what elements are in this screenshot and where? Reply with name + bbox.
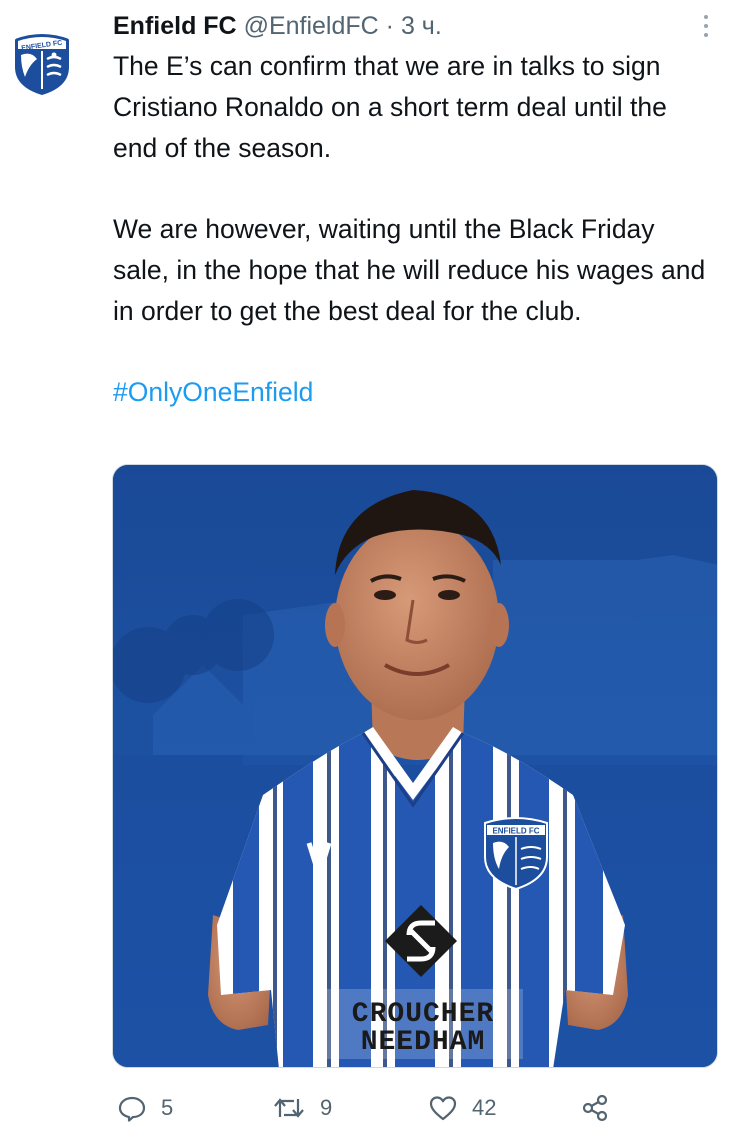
reply-count: 5 xyxy=(161,1095,174,1120)
tweet-media-image[interactable]: ENFIELD FC CROUCHER NEEDHAM xyxy=(112,464,718,1068)
retweet-count: 9 xyxy=(320,1095,333,1120)
tweet: ENFIELD FC Enfield FC @EnfieldFC · 3 ч. … xyxy=(0,0,730,1137)
shirt-crest-text: ENFIELD FC xyxy=(492,827,539,836)
share-button[interactable] xyxy=(580,1088,610,1128)
like-count: 42 xyxy=(472,1095,497,1120)
reply-button[interactable]: 5 xyxy=(117,1088,173,1128)
avatar[interactable]: ENFIELD FC xyxy=(7,27,77,97)
tweet-header: Enfield FC @EnfieldFC · 3 ч. xyxy=(113,9,442,43)
shirt-crest: ENFIELD FC xyxy=(484,817,548,891)
tweet-paragraph-1: The E’s can confirm that we are in talks… xyxy=(113,51,667,163)
retweet-icon xyxy=(272,1093,306,1123)
heart-icon xyxy=(428,1093,458,1123)
more-dots-icon[interactable] xyxy=(692,10,720,42)
speech-bubble-icon xyxy=(117,1093,147,1123)
author-name[interactable]: Enfield FC xyxy=(113,12,237,40)
tweet-actions: 5 9 42 xyxy=(112,1088,632,1128)
tweet-paragraph-2: We are however, waiting until the Black … xyxy=(113,214,706,326)
tweet-timestamp[interactable]: 3 ч. xyxy=(401,12,442,40)
sponsor-text-line1: CROUCHER xyxy=(352,999,494,1030)
author-handle[interactable]: @EnfieldFC xyxy=(244,12,379,40)
hashtag-link[interactable]: #OnlyOneEnfield xyxy=(113,372,713,413)
tweet-text: The E’s can confirm that we are in talks… xyxy=(113,46,713,413)
separator-dot: · xyxy=(385,12,394,40)
like-button[interactable]: 42 xyxy=(428,1088,496,1128)
retweet-button[interactable]: 9 xyxy=(272,1088,332,1128)
sponsor-text-line2: NEEDHAM xyxy=(361,1027,486,1058)
club-crest-icon: ENFIELD FC xyxy=(8,28,76,96)
share-icon xyxy=(580,1093,610,1123)
